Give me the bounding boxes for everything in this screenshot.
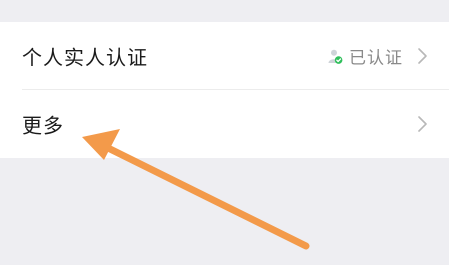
verified-person-icon — [327, 48, 343, 64]
verification-status-text: 已认证 — [349, 48, 403, 69]
row-label-real-name-verification: 个人实人认证 — [22, 45, 148, 70]
settings-row-real-name-verification[interactable]: 个人实人认证 已认证 — [0, 22, 449, 90]
top-spacer — [0, 0, 449, 22]
chevron-right-icon — [417, 47, 429, 65]
settings-row-more[interactable]: 更多 — [0, 90, 449, 158]
chevron-right-icon — [417, 115, 429, 133]
verification-status: 已认证 — [327, 44, 403, 69]
row-label-more: 更多 — [22, 113, 64, 138]
